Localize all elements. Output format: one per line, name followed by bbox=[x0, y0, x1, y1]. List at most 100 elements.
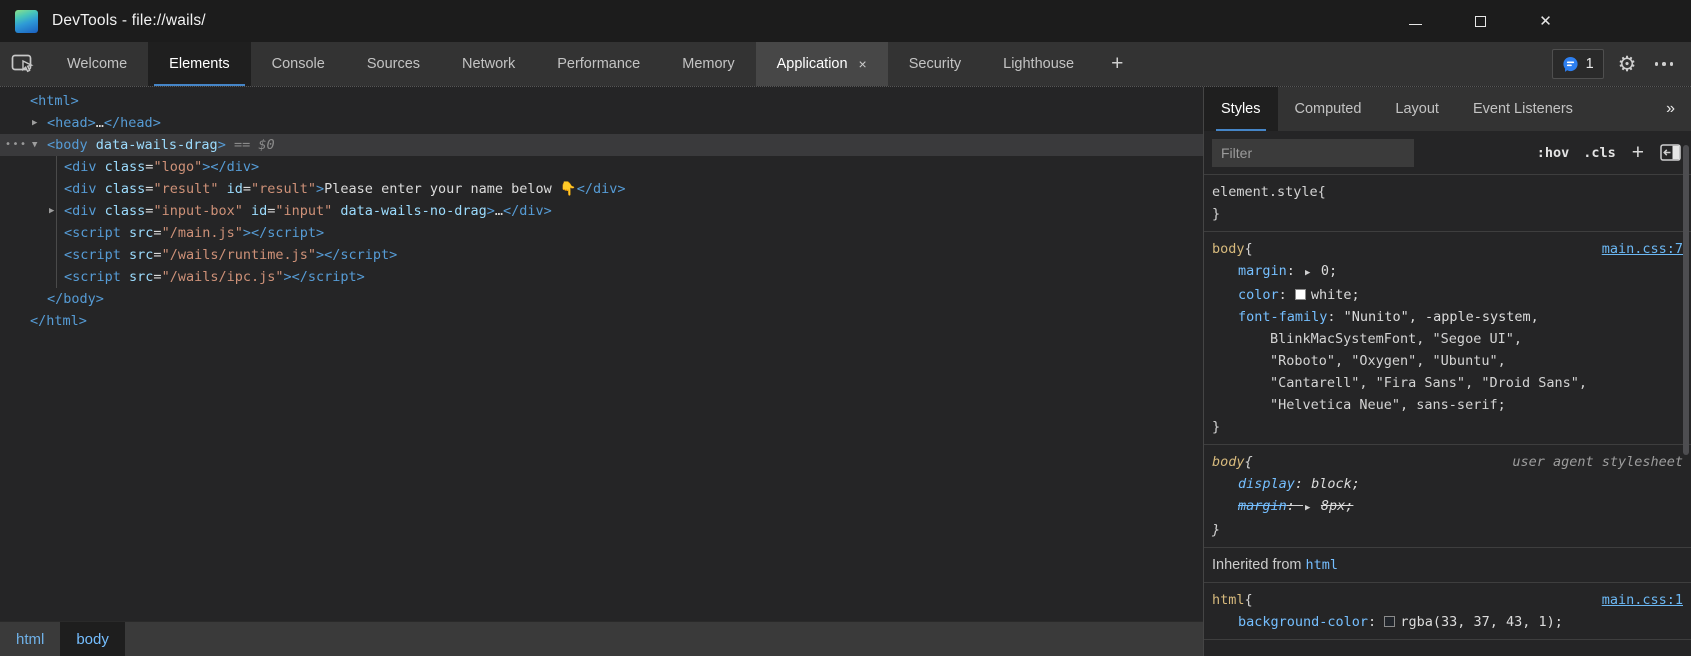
tab-memory[interactable]: Memory bbox=[661, 42, 755, 86]
toggle-element-class-button[interactable]: .cls bbox=[1583, 145, 1616, 161]
sidebar-tab-styles[interactable]: Styles bbox=[1204, 87, 1278, 131]
indent-guide bbox=[56, 178, 57, 200]
tab-lighthouse[interactable]: Lighthouse bbox=[982, 42, 1095, 86]
color-swatch[interactable] bbox=[1384, 616, 1395, 627]
code-attribute: class bbox=[97, 159, 146, 175]
styles-filter-input[interactable] bbox=[1212, 139, 1414, 167]
expander-closed-icon[interactable]: ▶ bbox=[49, 200, 54, 222]
breadcrumb-item-body[interactable]: body bbox=[60, 622, 125, 656]
tree-row[interactable]: <div class="result" id="result">Please e… bbox=[0, 178, 1203, 200]
tab-application[interactable]: Application× bbox=[756, 42, 888, 86]
indent-guide bbox=[56, 244, 57, 266]
rule-selector[interactable]: body bbox=[1212, 238, 1245, 260]
property-value[interactable]: "Nunito", -apple-system, bbox=[1344, 309, 1539, 325]
node-actions-dots[interactable]: ••• bbox=[5, 134, 28, 156]
tab-label: Network bbox=[462, 56, 515, 72]
code-attribute: data-wails-drag bbox=[88, 137, 218, 153]
css-property[interactable]: color: white; bbox=[1212, 284, 1683, 306]
sidebar-tab-event-listeners[interactable]: Event Listeners bbox=[1456, 87, 1590, 131]
tree-row[interactable]: •••▼<body data-wails-drag> == $0 bbox=[0, 134, 1203, 156]
breadcrumb-item-html[interactable]: html bbox=[0, 622, 60, 656]
indent-guide bbox=[56, 200, 57, 222]
new-style-rule-button[interactable]: + bbox=[1630, 141, 1646, 165]
color-swatch[interactable] bbox=[1295, 289, 1306, 300]
tab-performance[interactable]: Performance bbox=[536, 42, 661, 86]
tab-console[interactable]: Console bbox=[251, 42, 346, 86]
stylesheet-link[interactable]: main.css:1 bbox=[1602, 589, 1683, 611]
tree-row[interactable]: </body> bbox=[0, 288, 1203, 310]
add-tab-button[interactable]: + bbox=[1095, 42, 1139, 86]
expander-closed-icon[interactable]: ▶ bbox=[32, 112, 37, 134]
css-property[interactable]: display: block; bbox=[1212, 473, 1683, 495]
rule-selector[interactable]: body bbox=[1212, 451, 1245, 473]
css-property[interactable]: font-family: "Nunito", -apple-system, bbox=[1212, 306, 1683, 328]
open-brace: { bbox=[1318, 181, 1326, 203]
tree-row[interactable]: ▶<head>…</head> bbox=[0, 112, 1203, 134]
devtools-logo-icon bbox=[15, 10, 38, 33]
style-rule-section: body {user agent stylesheetdisplay: bloc… bbox=[1204, 445, 1691, 548]
tab-label: Lighthouse bbox=[1003, 56, 1074, 72]
maximize-button[interactable] bbox=[1473, 14, 1488, 29]
stylesheet-link[interactable]: main.css:7 bbox=[1602, 238, 1683, 260]
css-property[interactable]: background-color: rgba(33, 37, 43, 1); bbox=[1212, 611, 1683, 633]
expander-open-icon[interactable]: ▼ bbox=[32, 134, 37, 156]
code-tag: <div bbox=[64, 203, 97, 219]
property-name[interactable]: font-family bbox=[1238, 309, 1327, 325]
code-tag: <script bbox=[64, 225, 121, 241]
toggle-sidebar-pane-icon[interactable] bbox=[1660, 144, 1681, 161]
property-name[interactable]: margin bbox=[1238, 263, 1287, 279]
tab-network[interactable]: Network bbox=[441, 42, 536, 86]
tab-label: Security bbox=[909, 56, 961, 72]
settings-gear-icon[interactable]: ⚙ bbox=[1618, 54, 1637, 75]
code-tag: <script bbox=[64, 269, 121, 285]
styles-scrollbar-thumb[interactable] bbox=[1683, 145, 1689, 455]
code-attr-value: "/main.js" bbox=[162, 225, 243, 241]
property-value[interactable]: rgba(33, 37, 43, 1); bbox=[1400, 614, 1563, 630]
toggle-pseudo-state-button[interactable]: :hov bbox=[1537, 145, 1570, 161]
sidebar-tab-computed[interactable]: Computed bbox=[1278, 87, 1379, 131]
property-name[interactable]: display bbox=[1238, 476, 1295, 492]
close-button[interactable]: ✕ bbox=[1538, 14, 1553, 29]
code-tag: </html> bbox=[30, 313, 87, 329]
property-colon: : bbox=[1287, 498, 1303, 514]
property-name[interactable]: color bbox=[1238, 287, 1279, 303]
css-property[interactable]: margin: ▶ 8px; bbox=[1212, 495, 1683, 519]
breadcrumb: htmlbody bbox=[0, 621, 1203, 656]
tree-row[interactable]: <div class="logo"></div> bbox=[0, 156, 1203, 178]
property-value[interactable]: 8px; bbox=[1321, 498, 1354, 514]
indent-guide bbox=[56, 222, 57, 244]
property-value[interactable]: 0; bbox=[1321, 263, 1337, 279]
rule-selector[interactable]: html bbox=[1212, 589, 1245, 611]
tab-sources[interactable]: Sources bbox=[346, 42, 441, 86]
tree-row[interactable]: ▶<div class="input-box" id="input" data-… bbox=[0, 200, 1203, 222]
tab-welcome[interactable]: Welcome bbox=[46, 42, 148, 86]
tab-elements[interactable]: Elements bbox=[148, 42, 250, 86]
tree-row[interactable]: <script src="/wails/ipc.js"></script> bbox=[0, 266, 1203, 288]
tree-row[interactable]: <html> bbox=[0, 90, 1203, 112]
property-name[interactable]: margin bbox=[1238, 498, 1287, 514]
inherited-from-link[interactable]: html bbox=[1306, 557, 1339, 573]
tree-row[interactable]: <script src="/wails/runtime.js"></script… bbox=[0, 244, 1203, 266]
rule-selector[interactable]: element.style bbox=[1212, 181, 1318, 203]
style-rule-section: element.style {} bbox=[1204, 175, 1691, 232]
close-tab-icon[interactable]: × bbox=[859, 56, 867, 72]
more-options-icon[interactable] bbox=[1651, 62, 1678, 66]
styles-sidebar: StylesComputedLayoutEvent Listeners » :ho… bbox=[1203, 87, 1691, 656]
css-property[interactable]: margin: ▶ 0; bbox=[1212, 260, 1683, 284]
tab-security[interactable]: Security bbox=[888, 42, 982, 86]
issues-button[interactable]: 1 bbox=[1552, 49, 1604, 79]
sidebar-tabs-overflow-icon[interactable]: » bbox=[1650, 87, 1691, 131]
property-value[interactable]: white; bbox=[1311, 287, 1360, 303]
tree-row[interactable]: </html> bbox=[0, 310, 1203, 332]
property-name[interactable]: background-color bbox=[1238, 614, 1368, 630]
inspect-element-button[interactable] bbox=[0, 42, 46, 86]
expand-value-icon[interactable]: ▶ bbox=[1305, 503, 1316, 513]
sidebar-tabs: StylesComputedLayoutEvent Listeners » bbox=[1204, 87, 1691, 131]
expand-value-icon[interactable]: ▶ bbox=[1305, 268, 1316, 278]
minimize-button[interactable] bbox=[1408, 14, 1423, 29]
code-attribute: src bbox=[121, 247, 154, 263]
sidebar-tab-layout[interactable]: Layout bbox=[1378, 87, 1456, 131]
property-value[interactable]: block; bbox=[1311, 476, 1360, 492]
tree-row[interactable]: <script src="/main.js"></script> bbox=[0, 222, 1203, 244]
code-text: = bbox=[153, 247, 161, 263]
